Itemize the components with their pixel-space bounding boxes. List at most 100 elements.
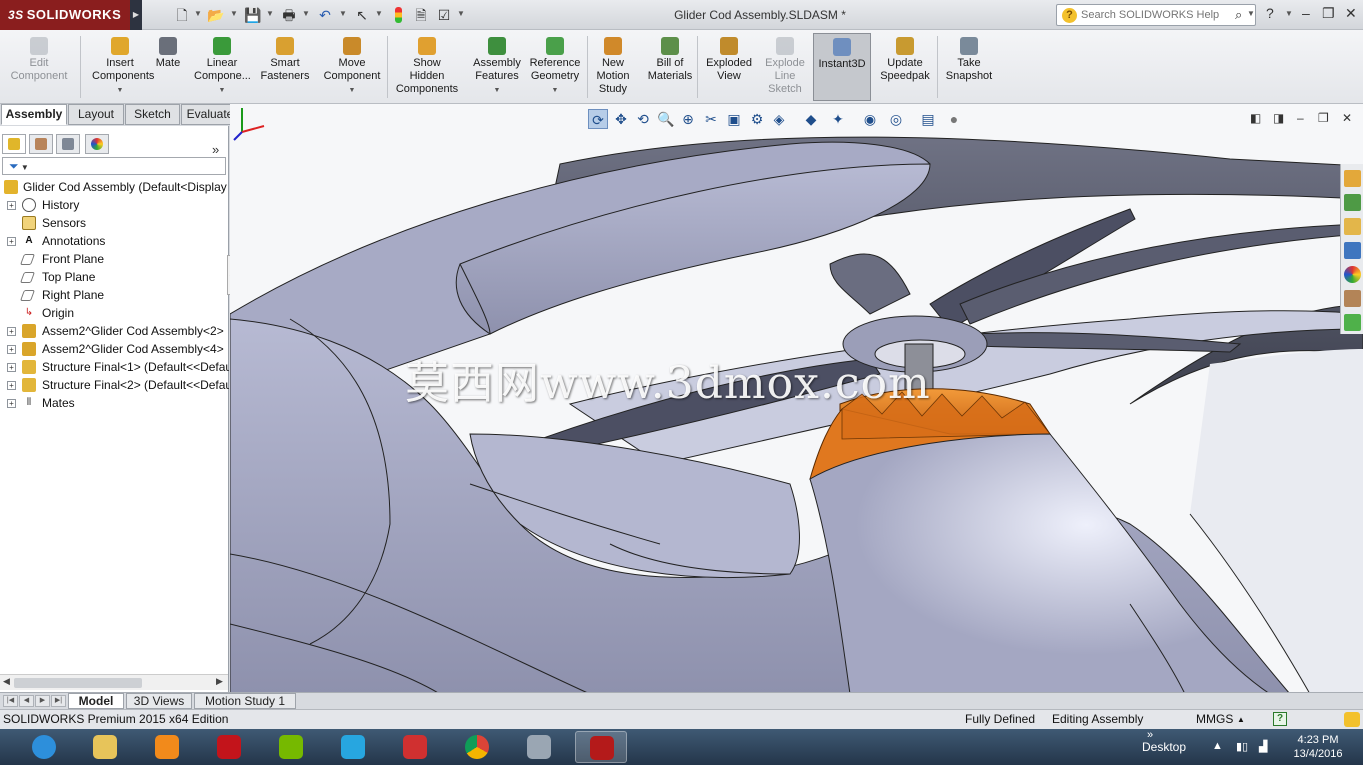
expand-toggle-icon[interactable]: + — [7, 399, 16, 408]
property-manager-tab[interactable] — [29, 134, 53, 154]
network-icon[interactable]: ▟ — [1259, 740, 1267, 753]
unit-system[interactable]: MMGS — [1196, 710, 1233, 729]
chevron-down-icon[interactable]: ▼ — [230, 9, 238, 18]
chevron-down-icon[interactable]: ▼ — [457, 9, 465, 18]
dynamic-annotation-icon[interactable]: ▣ — [724, 109, 744, 129]
display-pane-icon[interactable]: ▤ — [918, 109, 938, 129]
expand-toggle-icon[interactable]: + — [7, 201, 16, 210]
tree-item[interactable]: + Assem2^Glider Cod Assembly<4> — [0, 340, 229, 358]
taskbar-acrobat[interactable] — [203, 731, 255, 763]
solidworks-resources-icon[interactable] — [1344, 170, 1361, 187]
print-icon[interactable]: 🖶 — [279, 5, 299, 25]
tree-item[interactable]: + ⫴ Mates — [0, 394, 229, 412]
chevron-down-icon[interactable]: ▼ — [194, 84, 250, 97]
chevron-down-icon[interactable]: ▼ — [339, 9, 347, 18]
toolbar-expand-icon[interactable]: » — [1147, 729, 1153, 741]
tree-filter[interactable]: ⏷ ▼ — [2, 157, 226, 175]
expand-panel-icon[interactable]: » — [212, 142, 219, 157]
feature-tree-tab[interactable] — [2, 134, 26, 154]
display-style-icon[interactable]: ◈ — [769, 109, 789, 129]
mate-button[interactable]: Mate — [151, 33, 185, 101]
bill-of-materials-button[interactable]: Bill of Materials — [643, 33, 697, 101]
search-icon[interactable]: ⌕ — [1235, 7, 1242, 23]
hide-show-items-icon[interactable]: ◆ — [801, 109, 821, 129]
chevron-down-icon[interactable]: ▼ — [1247, 9, 1255, 18]
display-manager-tab[interactable] — [85, 134, 109, 154]
rebuild-traffic-light-icon[interactable] — [388, 5, 408, 25]
realview-icon[interactable]: ● — [944, 109, 964, 129]
select-pointer-icon[interactable]: ↖ — [352, 5, 372, 25]
viewport-split-icon[interactable]: ◧ — [1250, 111, 1261, 125]
expand-toggle-icon[interactable]: + — [7, 327, 16, 336]
view-orientation-icon[interactable]: ⚙ — [747, 109, 767, 129]
viewport-close-icon[interactable]: ✕ — [1342, 111, 1352, 125]
show-hidden-button[interactable]: Show Hidden Components — [392, 33, 462, 101]
insert-components-button[interactable]: Insert Components ▼ — [92, 33, 154, 101]
tree-item[interactable]: Sensors — [0, 214, 229, 232]
taskbar-sync[interactable] — [327, 731, 379, 763]
taskbar-internet-explorer[interactable] — [18, 731, 70, 763]
viewport-restore-icon[interactable]: ❐ — [1318, 111, 1329, 125]
taskbar-chrome[interactable] — [451, 731, 503, 763]
system-clock[interactable]: 4:23 PM 13/4/2016 — [1290, 733, 1346, 761]
design-library-icon[interactable] — [1344, 194, 1361, 211]
expand-toggle-icon[interactable]: + — [7, 345, 16, 354]
move-component-button[interactable]: Move Component ▼ — [318, 33, 386, 101]
section-view-icon[interactable]: ✂ — [701, 109, 721, 129]
update-speedpak-button[interactable]: Update Speedpak — [876, 33, 934, 101]
options-icon[interactable]: ☑ — [434, 5, 454, 25]
linear-component-button[interactable]: Linear Compone... ▼ — [194, 33, 251, 101]
tree-item[interactable]: Top Plane — [0, 268, 229, 286]
file-properties-icon[interactable]: 🗎 — [411, 5, 431, 25]
taskbar-vlc[interactable] — [141, 731, 193, 763]
chevron-down-icon[interactable]: ▼ — [527, 84, 583, 97]
bottom-tab-model[interactable]: Model — [68, 693, 124, 709]
next-tab-icon[interactable]: ▶ — [35, 695, 50, 707]
taskbar-solidworks-2015[interactable] — [575, 731, 627, 763]
instant3d-button[interactable]: Instant3D — [813, 33, 871, 101]
restore-icon[interactable]: ❐ — [1322, 5, 1335, 22]
forum-icon[interactable] — [1344, 314, 1361, 331]
zoom-to-fit-icon[interactable]: ⟲ — [633, 109, 653, 129]
chevron-down-icon[interactable]: ▼ — [470, 84, 524, 97]
tree-item[interactable]: Front Plane — [0, 250, 229, 268]
save-icon[interactable]: 💾 — [243, 5, 263, 25]
edit-component-button[interactable]: Edit Component — [4, 33, 74, 101]
last-tab-icon[interactable]: ▶| — [51, 695, 66, 707]
expand-toggle-icon[interactable]: + — [7, 363, 16, 372]
assembly-features-button[interactable]: Assembly Features ▼ — [470, 33, 524, 101]
pan-icon[interactable]: ✥ — [611, 109, 631, 129]
tree-item[interactable]: Glider Cod Assembly (Default<Display Sta… — [0, 178, 229, 196]
chevron-down-icon[interactable]: ▼ — [318, 84, 386, 97]
taskbar-file-explorer[interactable] — [79, 731, 131, 763]
new-document-icon[interactable]: 🗋 — [172, 5, 192, 25]
taskbar-nvidia[interactable] — [265, 731, 317, 763]
taskbar-calculator[interactable] — [513, 731, 565, 763]
appearances-icon[interactable] — [1344, 266, 1361, 283]
bottom-tab-3d-views[interactable]: 3D Views — [126, 693, 192, 709]
tree-item[interactable]: + History — [0, 196, 229, 214]
zoom-to-area-icon[interactable]: ⊕ — [678, 109, 698, 129]
chevron-down-icon[interactable]: ▼ — [302, 9, 310, 18]
first-tab-icon[interactable]: |◀ — [3, 695, 18, 707]
scrollbar-thumb[interactable] — [14, 678, 142, 688]
undo-icon[interactable]: ↶ — [315, 5, 335, 25]
zoom-in-out-icon[interactable]: 🔍 — [656, 109, 676, 129]
help-menu-icon[interactable]: ? — [1266, 5, 1274, 21]
chevron-down-icon[interactable]: ▼ — [266, 9, 274, 18]
tree-horizontal-scrollbar[interactable]: ◀ ▶ — [0, 674, 228, 690]
tree-item[interactable]: + Assem2^Glider Cod Assembly<2> — [0, 322, 229, 340]
tree-item[interactable]: ↳ Origin — [0, 304, 229, 322]
expand-toggle-icon[interactable]: + — [7, 237, 16, 246]
battery-icon[interactable]: ▮▯ — [1236, 740, 1248, 753]
notification-icon[interactable] — [1344, 712, 1360, 727]
chevron-down-icon[interactable]: ▼ — [375, 9, 383, 18]
scroll-right-icon[interactable]: ▶ — [216, 676, 223, 687]
chevron-up-icon[interactable]: ▲ — [1237, 710, 1245, 729]
view-settings-icon[interactable]: ◎ — [886, 109, 906, 129]
view-palette-icon[interactable] — [1344, 242, 1361, 259]
chevron-down-icon[interactable]: ▼ — [92, 84, 148, 97]
chevron-down-icon[interactable]: ▼ — [1285, 9, 1293, 18]
viewport-tile-icon[interactable]: ◨ — [1273, 111, 1284, 125]
tree-item[interactable]: Right Plane — [0, 286, 229, 304]
